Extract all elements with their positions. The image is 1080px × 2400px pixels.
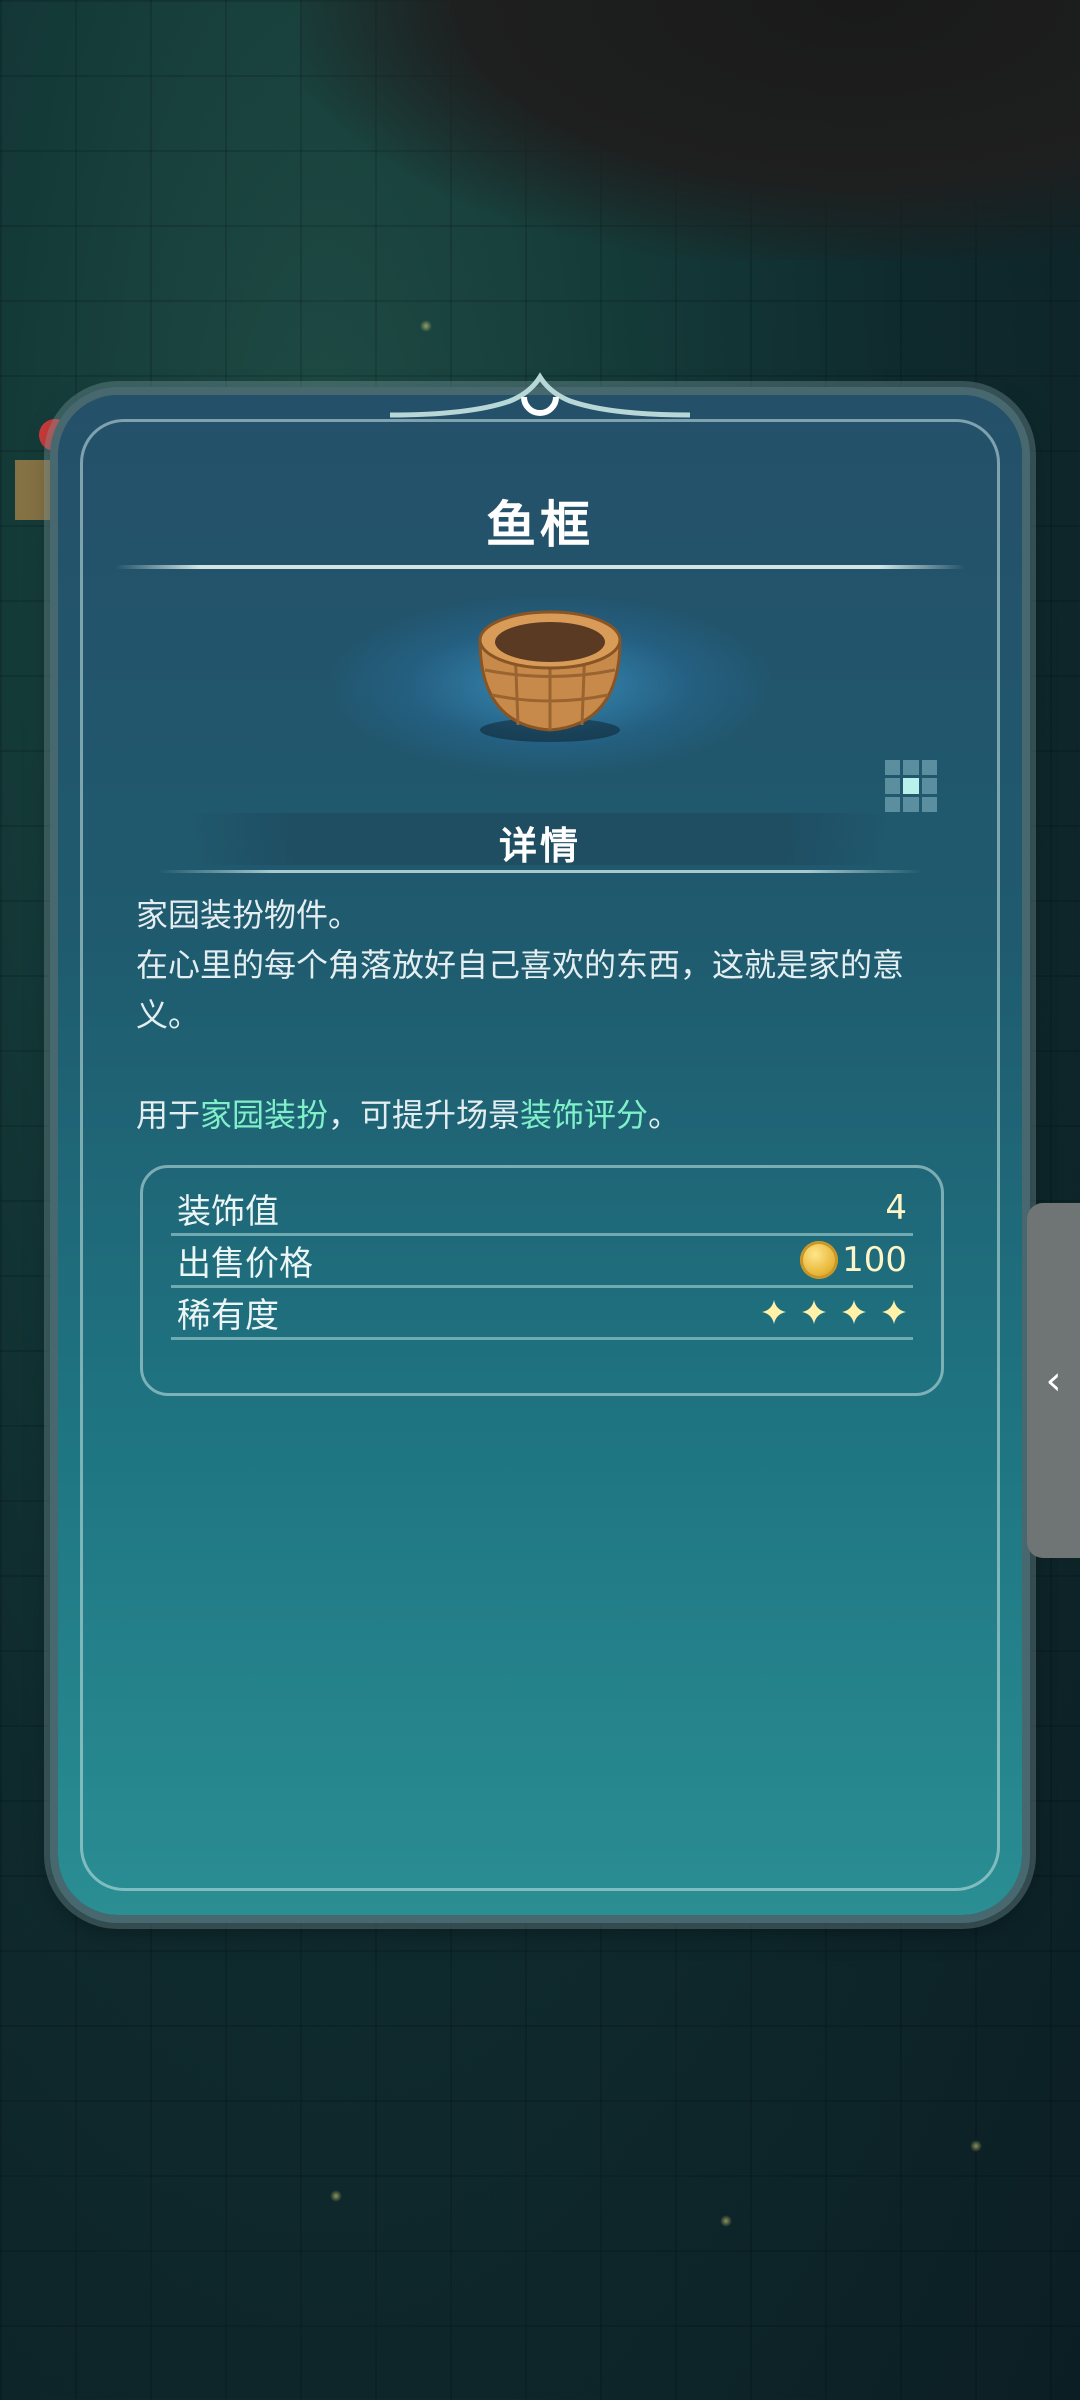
- rarity-star-icon: [762, 1300, 786, 1324]
- section-title: 详情: [498, 824, 581, 868]
- sell-price-value: 100: [842, 1240, 907, 1280]
- usage-highlight-decor-score: 装饰评分: [520, 1096, 649, 1134]
- stat-row-decor-value: 装饰值 4: [171, 1183, 913, 1236]
- gold-coin-icon: [800, 1241, 839, 1279]
- description-line: 在心里的每个角落放好自己喜欢的东西，这就是家的意义。: [136, 946, 905, 1034]
- stats-box: 装饰值 4 出售价格 100 稀有度: [140, 1165, 944, 1396]
- background-rock: [300, 0, 1080, 260]
- title-divider: [116, 565, 964, 569]
- chevron-left-icon: ‹: [1045, 1357, 1062, 1404]
- rarity-star-icon: [842, 1300, 866, 1324]
- rarity-star-icon: [882, 1300, 906, 1324]
- stat-value: 4: [885, 1188, 907, 1228]
- stat-row-sell-price: 出售价格 100: [171, 1235, 913, 1288]
- firefly: [720, 2215, 732, 2227]
- rarity-stars: [761, 1299, 907, 1325]
- item-description: 家园装扮物件。 在心里的每个角落放好自己喜欢的东西，这就是家的意义。 用于家园装…: [136, 890, 956, 1140]
- usage-text: 用于: [136, 1096, 201, 1134]
- section-divider: [158, 870, 922, 873]
- stat-value: 100: [800, 1240, 907, 1280]
- usage-text: 。: [648, 1096, 681, 1134]
- stat-label: 出售价格: [177, 1243, 313, 1284]
- item-detail-panel: 鱼框 详情 家园装扮物件。 在心里的每个角落放好自己喜欢的东西，这就是家的意义。…: [58, 372, 1022, 1915]
- fish-basket-icon: [478, 610, 622, 742]
- stat-label: 稀有度: [177, 1295, 279, 1336]
- grid-layout-icon[interactable]: [885, 760, 937, 812]
- description-line: 家园装扮物件。: [136, 896, 361, 934]
- side-panel-toggle[interactable]: ‹: [1027, 1203, 1080, 1558]
- usage-text: ，可提升场景: [328, 1096, 521, 1134]
- firefly: [420, 320, 432, 332]
- item-title: 鱼框: [486, 496, 594, 554]
- usage-highlight-home-decor: 家园装扮: [200, 1096, 329, 1134]
- rarity-star-icon: [802, 1300, 826, 1324]
- stat-label: 装饰值: [177, 1191, 279, 1232]
- firefly: [330, 2190, 342, 2202]
- panel-crest-ornament: [390, 372, 690, 418]
- usage-line: 用于家园装扮，可提升场景装饰评分。: [136, 1090, 956, 1140]
- stat-row-rarity: 稀有度: [171, 1287, 913, 1340]
- firefly: [970, 2140, 982, 2152]
